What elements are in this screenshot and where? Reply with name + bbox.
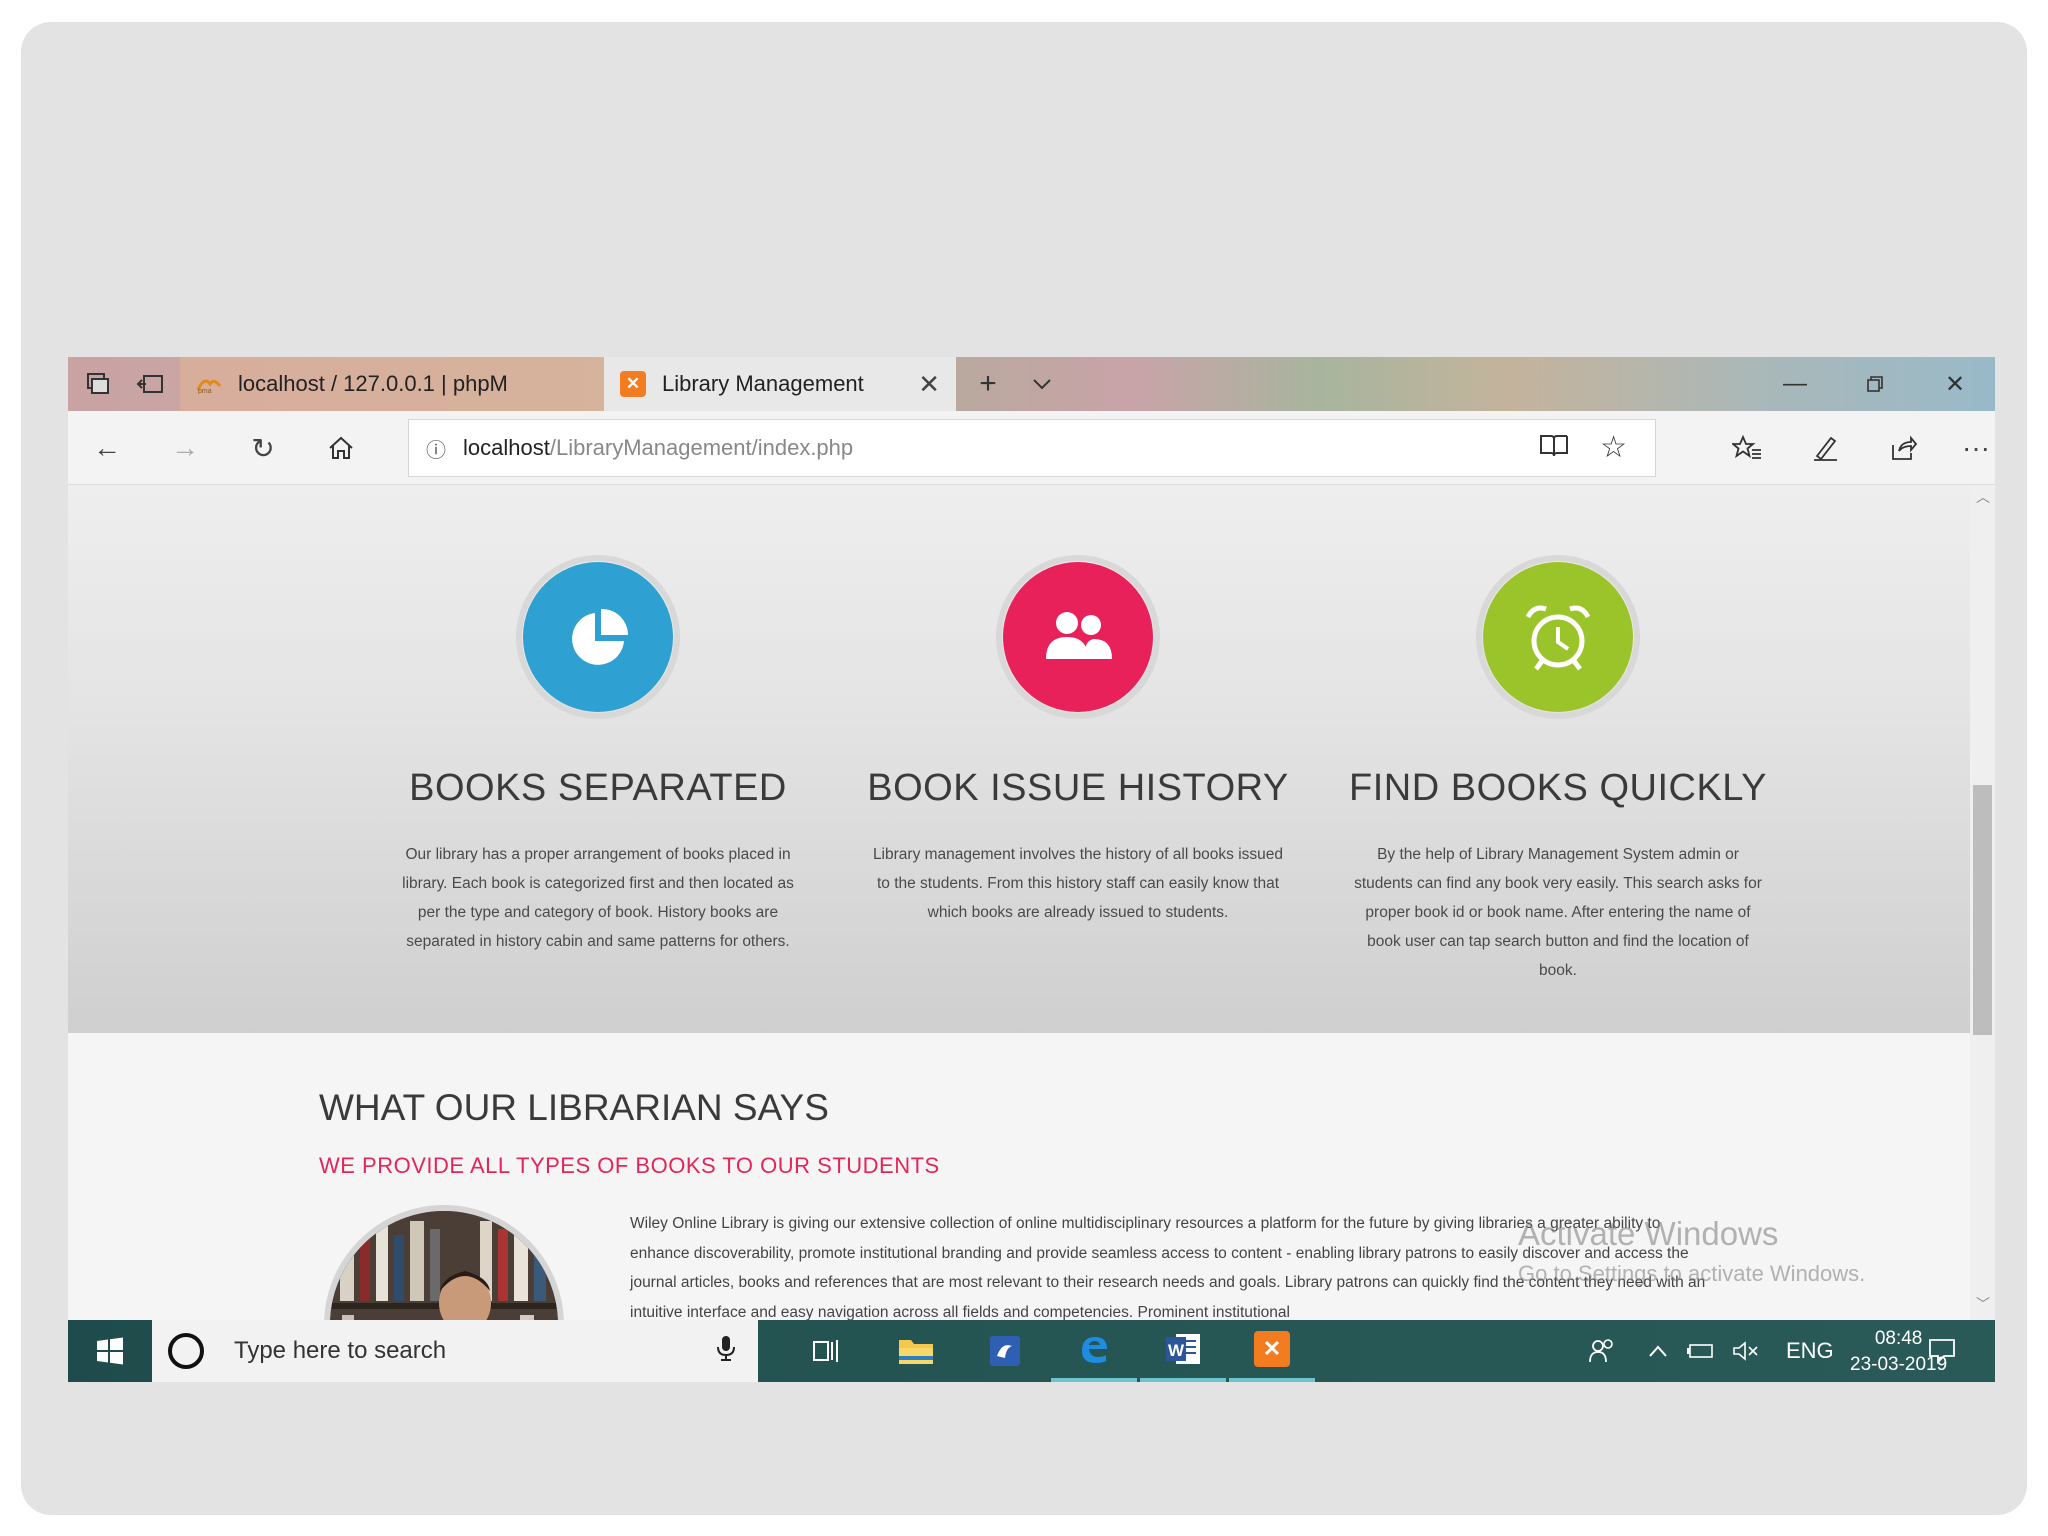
- scrollbar-thumb[interactable]: [1973, 785, 1992, 1035]
- app-icon-blue[interactable]: [962, 1320, 1048, 1382]
- section-title: WHAT OUR LIBRARIAN SAYS: [319, 1087, 829, 1128]
- feature-circle: [996, 555, 1160, 719]
- feature-circle: [1476, 555, 1640, 719]
- cortana-icon[interactable]: [168, 1333, 204, 1369]
- edge-browser-icon[interactable]: [1051, 1320, 1137, 1382]
- notes-pen-icon[interactable]: [1802, 425, 1848, 471]
- word-icon[interactable]: W: [1140, 1320, 1226, 1382]
- users-icon: [1003, 562, 1153, 712]
- xampp-icon: ✕: [620, 371, 646, 397]
- feature-title: FIND BOOKS QUICKLY: [1349, 767, 1767, 809]
- phpmyadmin-icon: pma: [196, 371, 222, 397]
- people-icon[interactable]: [1588, 1320, 1616, 1382]
- tab-library-management[interactable]: ✕ Library Management ✕: [604, 357, 956, 411]
- chevron-up-icon[interactable]: [1648, 1320, 1668, 1382]
- librarian-section: WHAT OUR LIBRARIAN SAYS WE PROVIDE ALL T…: [68, 1033, 1970, 1320]
- close-tab-icon[interactable]: ✕: [918, 369, 940, 400]
- close-window-icon[interactable]: ✕: [1915, 357, 1995, 411]
- new-tab-icon[interactable]: +: [962, 357, 1014, 411]
- reading-view-icon[interactable]: [1539, 432, 1569, 465]
- feature-find-books-quickly: FIND BOOKS QUICKLY By the help of Librar…: [1343, 555, 1773, 985]
- feature-text: Our library has a proper arrangement of …: [402, 846, 794, 950]
- windows-start-icon[interactable]: [68, 1320, 152, 1382]
- home-icon[interactable]: [318, 425, 364, 471]
- watermark-title: Activate Windows: [1518, 1215, 1779, 1252]
- scroll-down-icon[interactable]: ﹀: [1976, 1294, 1990, 1314]
- battery-icon[interactable]: [1686, 1320, 1716, 1382]
- feature-book-issue-history: BOOK ISSUE HISTORY Library management in…: [863, 555, 1293, 927]
- refresh-icon[interactable]: ↻: [240, 425, 286, 471]
- feature-title: BOOK ISSUE HISTORY: [867, 767, 1289, 809]
- watermark-subtitle: Go to Settings to activate Windows.: [1518, 1261, 1866, 1286]
- tab-list-icon[interactable]: [72, 357, 124, 411]
- file-explorer-icon[interactable]: [873, 1320, 959, 1382]
- task-view-icon[interactable]: [784, 1320, 870, 1382]
- windows-taskbar: Type here to search W ✕ ENG 08:48 23-03-…: [68, 1320, 1995, 1382]
- feature-title: BOOKS SEPARATED: [409, 767, 787, 809]
- site-info-icon[interactable]: ⓘ: [409, 434, 463, 463]
- section-subtitle: WE PROVIDE ALL TYPES OF BOOKS TO OUR STU…: [319, 1153, 940, 1178]
- svg-text:W: W: [1168, 1341, 1185, 1360]
- chevron-down-icon[interactable]: [1016, 357, 1068, 411]
- title-bar: pma localhost / 127.0.0.1 | phpM ✕ Libra…: [68, 357, 1995, 411]
- taskbar-search-box[interactable]: Type here to search: [152, 1320, 758, 1382]
- set-aside-tabs-icon[interactable]: [124, 357, 176, 411]
- tab-label: Library Management: [662, 371, 864, 396]
- address-bar[interactable]: ⓘ localhost /LibraryManagement/index.php…: [408, 419, 1656, 477]
- search-placeholder: Type here to search: [234, 1337, 447, 1364]
- volume-muted-icon[interactable]: [1732, 1320, 1760, 1382]
- navigation-bar: ← → ↻ ⓘ localhost /LibraryManagement/ind…: [68, 411, 1995, 485]
- action-center-icon[interactable]: [1928, 1320, 1956, 1382]
- features-section: BOOKS SEPARATED Our library has a proper…: [68, 485, 1970, 1033]
- xampp-taskbar-icon[interactable]: ✕: [1229, 1320, 1315, 1382]
- feature-text: By the help of Library Management System…: [1354, 846, 1762, 979]
- page-scrollbar[interactable]: ︿ ﹀: [1970, 485, 1995, 1320]
- librarian-photo: [324, 1205, 564, 1320]
- tab-label: localhost / 127.0.0.1 | phpM: [238, 371, 508, 396]
- restore-icon[interactable]: [1835, 357, 1915, 411]
- favorite-star-icon[interactable]: ☆: [1600, 430, 1627, 465]
- svg-text:pma: pma: [198, 388, 212, 394]
- browser-window: pma localhost / 127.0.0.1 | phpM ✕ Libra…: [68, 357, 1995, 1382]
- share-icon[interactable]: [1880, 425, 1926, 471]
- url-path: /LibraryManagement/index.php: [549, 435, 854, 460]
- language-indicator[interactable]: ENG: [1786, 1320, 1834, 1382]
- url-host: localhost: [463, 435, 550, 460]
- feature-circle: [516, 555, 680, 719]
- tab-phpmyadmin[interactable]: pma localhost / 127.0.0.1 | phpM: [180, 357, 604, 411]
- forward-icon[interactable]: →: [162, 425, 208, 471]
- pie-chart-icon: [523, 562, 673, 712]
- more-menu-icon[interactable]: ···: [1958, 425, 1994, 471]
- feature-books-separated: BOOKS SEPARATED Our library has a proper…: [383, 555, 813, 956]
- activate-windows-watermark: Activate Windows Go to Settings to activ…: [1518, 1215, 1865, 1287]
- favorites-list-icon[interactable]: [1724, 425, 1770, 471]
- feature-text: Library management involves the history …: [872, 846, 1284, 921]
- scroll-up-icon[interactable]: ︿: [1976, 487, 1990, 507]
- minimize-icon[interactable]: —: [1755, 357, 1835, 411]
- back-icon[interactable]: ←: [84, 425, 130, 471]
- microphone-icon[interactable]: [716, 1334, 736, 1369]
- alarm-clock-icon: [1483, 562, 1633, 712]
- page-content: BOOKS SEPARATED Our library has a proper…: [68, 485, 1995, 1320]
